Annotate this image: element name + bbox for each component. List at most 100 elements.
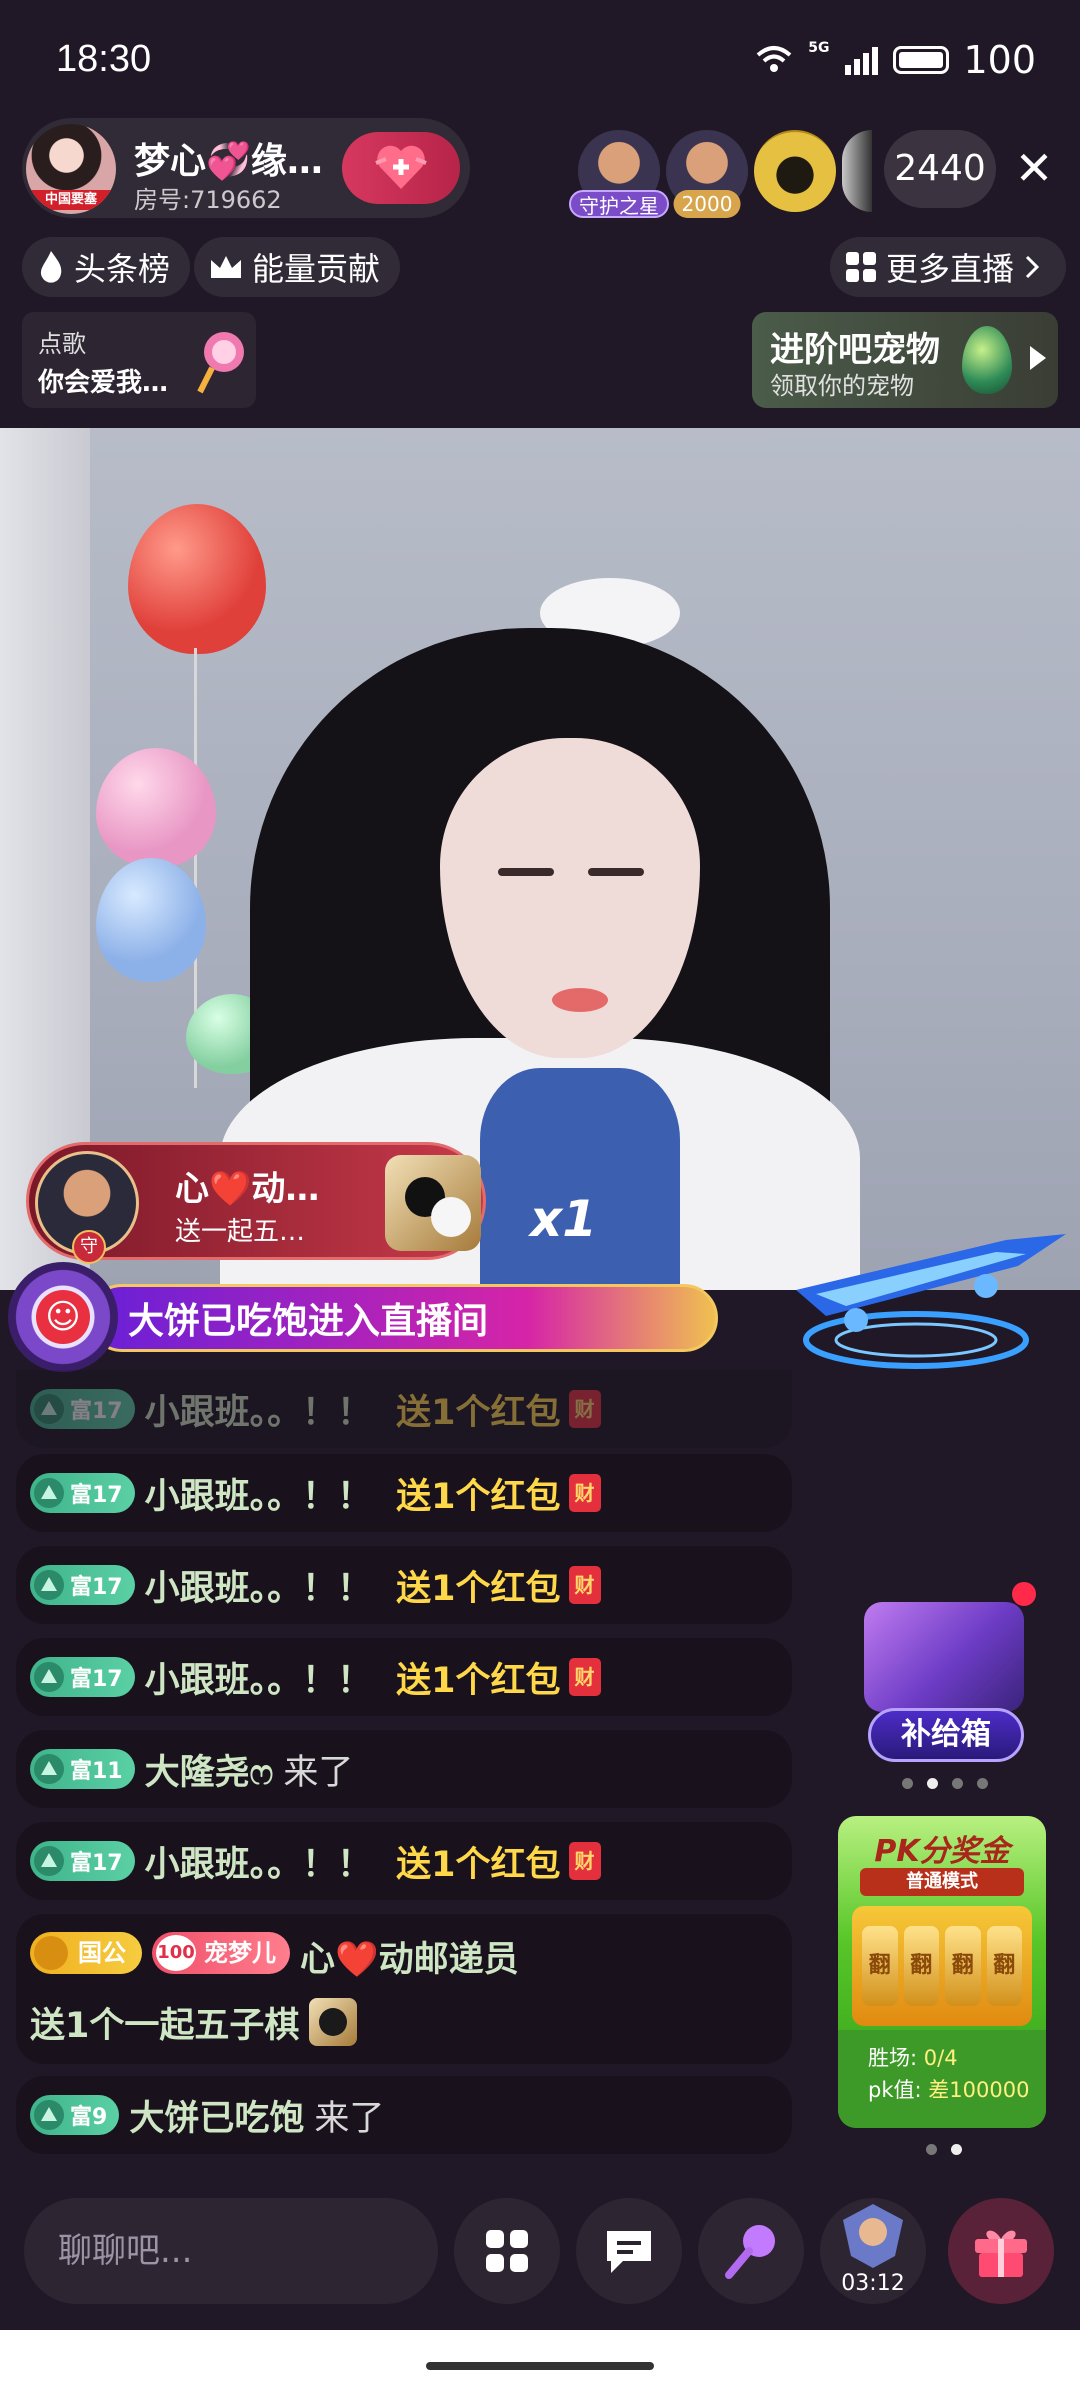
gift-button[interactable] xyxy=(948,2198,1054,2304)
song-request-title: 你会爱我… xyxy=(38,368,169,398)
wealth-level-badge: 富17 xyxy=(30,1389,135,1429)
signal-icon xyxy=(845,47,879,75)
chat-message: 富9 大饼已吃饱 来了 xyxy=(16,2076,792,2154)
chat-input[interactable]: 聊聊吧... xyxy=(24,2198,438,2304)
wealth-level-badge: 富17 xyxy=(30,1565,135,1605)
supply-pager xyxy=(902,1778,988,1789)
game-timer-button[interactable]: 03:12 xyxy=(820,2198,926,2304)
pk-stats: 胜场: 0/4 pk值: 差100000 xyxy=(838,2030,1046,2128)
chat-text: 送1个红包 xyxy=(396,1844,561,1885)
wealth-level-badge: 富17 xyxy=(30,1657,135,1697)
bullet-chat-button[interactable] xyxy=(576,2198,682,2304)
close-icon[interactable]: ✕ xyxy=(1006,140,1062,196)
warrior-badge-icon xyxy=(843,2204,903,2268)
pk-value-label: pk值: xyxy=(868,2078,922,2102)
wealth-level-badge: 富17 xyxy=(30,1841,135,1881)
treasure-chest-icon xyxy=(864,1602,1024,1712)
chat-text: 送1个一起五子棋 xyxy=(30,2006,300,2046)
more-live-label: 更多直播 xyxy=(886,250,1015,288)
pet-egg-icon xyxy=(962,326,1012,394)
plus-heart-icon xyxy=(375,145,427,189)
host-info[interactable]: 中国要塞 梦心💞缘… 房号:719662 xyxy=(22,118,470,218)
lollipop-icon xyxy=(197,332,244,394)
chat-username[interactable]: 小跟班。。！！ xyxy=(145,1560,373,1611)
viewer-avatar[interactable] xyxy=(754,130,836,212)
chat-text: 送1个红包 xyxy=(396,1476,561,1517)
pk-wins-label: 胜场: xyxy=(868,2046,918,2070)
skateboard-effect-icon xyxy=(796,1234,1066,1369)
pk-wins-value: 0/4 xyxy=(923,2046,958,2070)
network-type: 5G xyxy=(808,40,830,56)
game-timer: 03:12 xyxy=(841,2271,905,2296)
chat-username[interactable]: 心❤️动邮递员 xyxy=(300,1932,519,1988)
gift-multiplier: x1 xyxy=(530,1190,598,1248)
chat-text: 来了 xyxy=(314,2098,385,2139)
chat-message: 富11 大隆尧ෆ 来了 xyxy=(16,1730,792,1808)
pager-dot xyxy=(977,1778,988,1789)
guild-badge: 国公 xyxy=(30,1932,142,1974)
chevron-right-icon xyxy=(1025,255,1040,279)
pk-slot: 翻 xyxy=(903,1926,939,2006)
pager-dot-active xyxy=(927,1778,938,1789)
red-packet-icon: 财 xyxy=(568,1658,601,1696)
apps-button[interactable] xyxy=(454,2198,560,2304)
balloon-red xyxy=(128,504,266,654)
bottom-toolbar: 聊聊吧... 03:12 xyxy=(0,2190,1080,2320)
red-packet-icon: 财 xyxy=(568,1474,601,1512)
chat-username[interactable]: 小跟班。。！！ xyxy=(145,1384,373,1435)
energy-contribution-label: 能量贡献 xyxy=(252,250,381,288)
guard-badge: 守 xyxy=(72,1230,106,1264)
more-live-button[interactable]: 更多直播 xyxy=(830,237,1066,297)
gift-icon xyxy=(975,2230,1027,2277)
pk-slot: 翻 xyxy=(986,1926,1022,2006)
song-request-card[interactable]: 点歌 你会爱我… xyxy=(22,312,256,408)
host-name: 梦心💞缘… xyxy=(134,141,323,182)
chat-message: 国公 100 宠梦儿 心❤️动邮递员 送1个一起五子棋 xyxy=(16,1914,792,2064)
energy-contribution-button[interactable]: 能量贡献 xyxy=(194,237,401,297)
chat-username[interactable]: 大饼已吃饱 xyxy=(129,2090,304,2141)
notification-dot xyxy=(1012,1582,1036,1606)
viewer-avatar[interactable]: 2000 xyxy=(666,130,748,218)
battery-level: 100 xyxy=(963,38,1036,82)
pk-prize-card[interactable]: PK分奖金 普通模式 翻 翻 翻 翻 胜场: 0/4 pk值: 差100000 xyxy=(838,1816,1046,2128)
enter-banner-text: 大饼已吃饱进入直播间 xyxy=(128,1301,489,1342)
sing-button[interactable] xyxy=(698,2198,804,2304)
vip-badge-icon: ☺ xyxy=(8,1262,118,1372)
user-enter-banner: 大饼已吃饱进入直播间 ☺ xyxy=(8,1262,718,1372)
pk-slot: 翻 xyxy=(945,1926,981,2006)
gifter-avatar[interactable]: 守 xyxy=(35,1151,139,1264)
pet-promo-title: 进阶吧宠物 xyxy=(770,330,940,370)
system-nav-bar xyxy=(0,2330,1080,2400)
viewer-avatar[interactable]: 守护之星 xyxy=(569,130,669,218)
pk-mode: 普通模式 xyxy=(860,1868,1024,1896)
chat-username[interactable]: 大隆尧ෆ xyxy=(145,1744,274,1795)
crown-icon xyxy=(211,256,241,278)
play-arrow-icon xyxy=(1030,346,1046,370)
headline-rank-button[interactable]: 头条榜 xyxy=(22,237,191,297)
pager-dot-active xyxy=(951,2144,962,2155)
balloon-blue xyxy=(96,858,206,982)
chat-text: 送1个红包 xyxy=(396,1660,561,1701)
chat-username[interactable]: 小跟班。。！！ xyxy=(145,1468,373,1519)
pk-slots: 翻 翻 翻 翻 xyxy=(852,1906,1032,2026)
red-packet-icon: 财 xyxy=(568,1566,601,1604)
host-avatar[interactable]: 中国要塞 xyxy=(26,124,116,214)
follow-button[interactable] xyxy=(342,132,460,204)
viewer-count[interactable]: 2440 xyxy=(884,130,996,208)
song-request-label: 点歌 xyxy=(38,330,86,358)
gomoku-gift-icon xyxy=(309,1998,358,2046)
home-gesture-handle[interactable] xyxy=(426,2362,654,2370)
viewer-avatar[interactable] xyxy=(842,130,872,212)
chat-username[interactable]: 小跟班。。！！ xyxy=(145,1652,373,1703)
red-packet-icon: 财 xyxy=(568,1842,601,1880)
chat-text: 送1个红包 xyxy=(396,1568,561,1609)
gift-description: 送一起五… xyxy=(175,1217,306,1247)
pet-promo-card[interactable]: 进阶吧宠物 领取你的宠物 xyxy=(752,312,1058,408)
chat-username[interactable]: 小跟班。。！！ xyxy=(145,1836,373,1887)
wealth-level-badge: 富9 xyxy=(30,2095,120,2135)
pk-slot: 翻 xyxy=(862,1926,898,2006)
status-bar: 18:30 5G 100 xyxy=(0,0,1080,120)
viewer-badge: 2000 xyxy=(673,190,741,218)
red-packet-icon: 财 xyxy=(568,1390,601,1428)
pager-dot xyxy=(952,1778,963,1789)
